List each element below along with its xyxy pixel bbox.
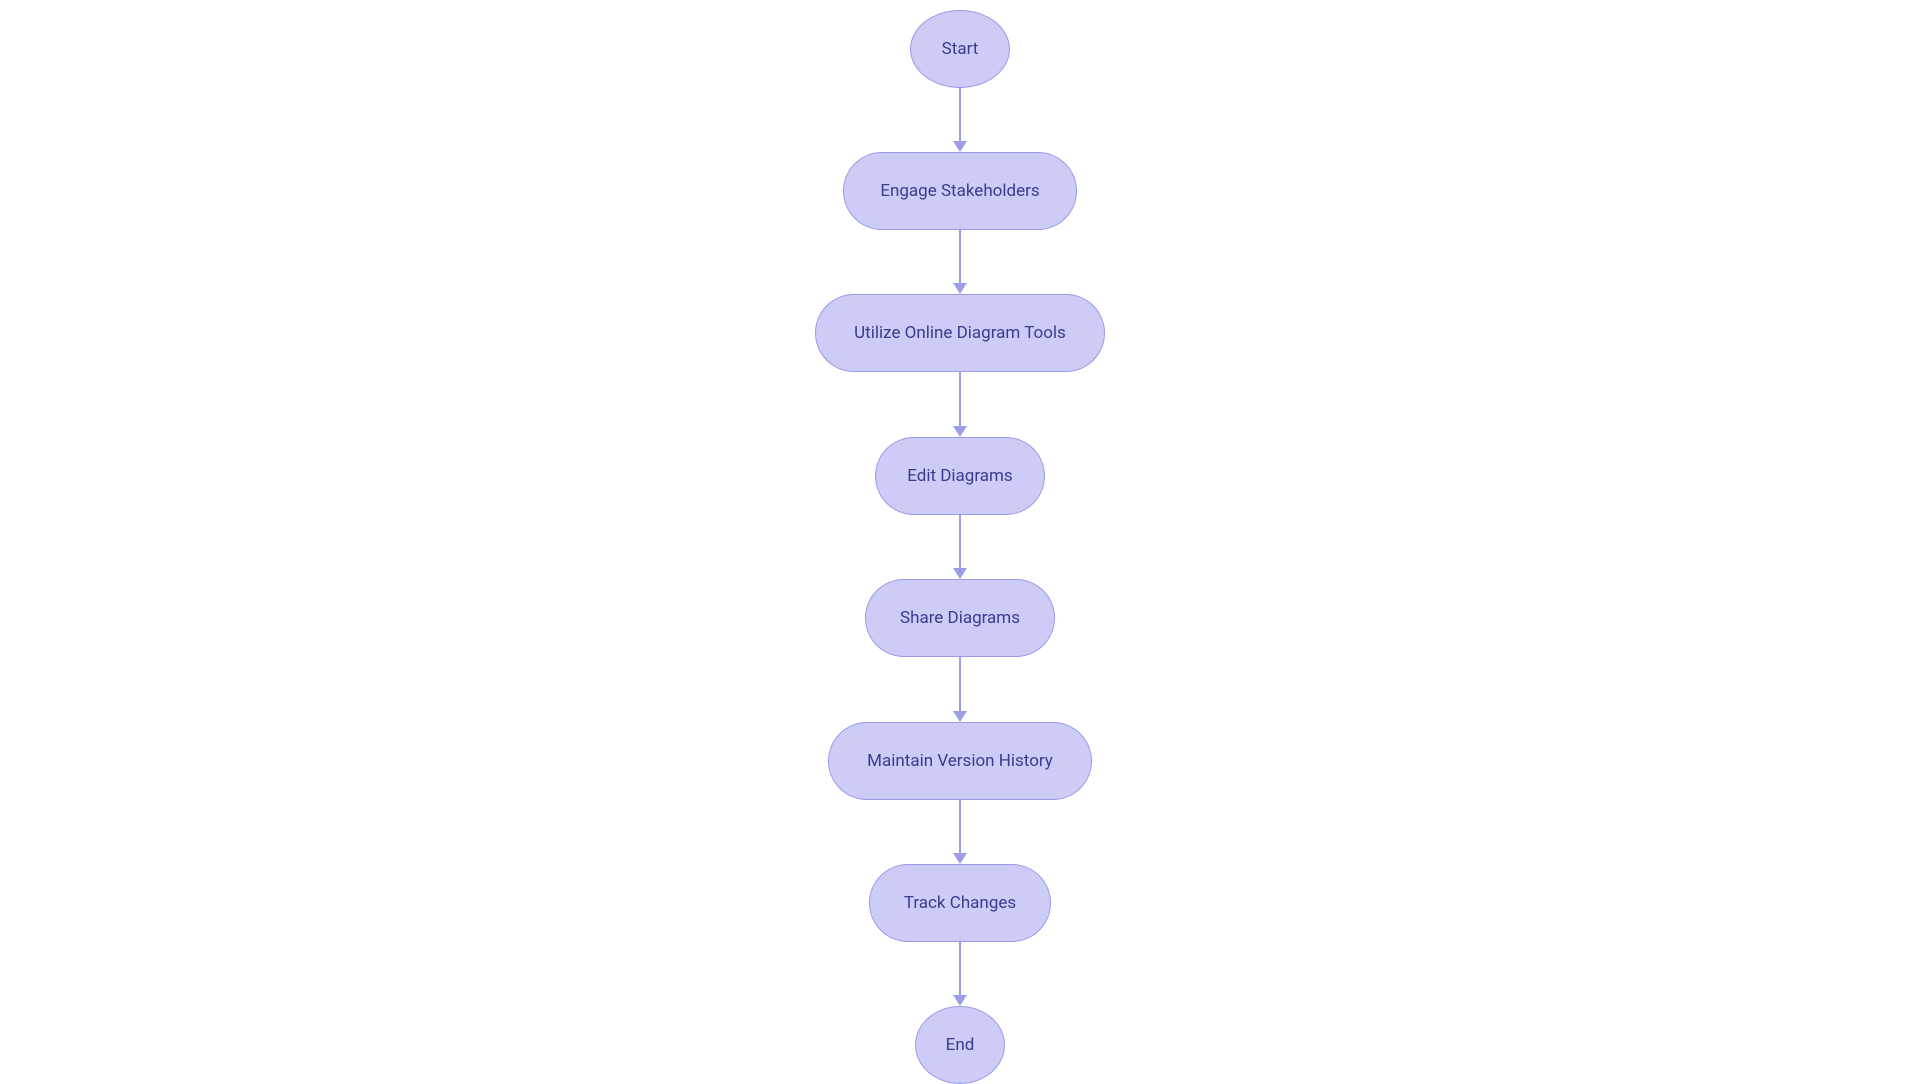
arrowhead-icon [953, 568, 967, 579]
node-label: Share Diagrams [900, 608, 1020, 628]
node-track-changes: Track Changes [869, 864, 1051, 942]
arrowhead-icon [953, 283, 967, 294]
flowchart-container: Start Engage Stakeholders Utilize Online… [660, 0, 1260, 1080]
node-utilize-tools: Utilize Online Diagram Tools [815, 294, 1105, 372]
node-label: Utilize Online Diagram Tools [854, 323, 1066, 343]
node-label: Edit Diagrams [907, 466, 1012, 486]
node-label: Engage Stakeholders [880, 181, 1039, 201]
node-label: Track Changes [904, 893, 1016, 913]
node-start: Start [910, 10, 1010, 88]
node-label: Start [942, 39, 979, 59]
arrowhead-icon [953, 426, 967, 437]
arrow-line [959, 657, 961, 711]
arrow-line [959, 942, 961, 995]
node-label: Maintain Version History [867, 751, 1053, 771]
node-share-diagrams: Share Diagrams [865, 579, 1055, 657]
arrow-line [959, 88, 961, 141]
node-label: End [946, 1035, 975, 1055]
arrow-line [959, 230, 961, 283]
arrow-line [959, 515, 961, 568]
node-end: End [915, 1006, 1005, 1084]
arrowhead-icon [953, 141, 967, 152]
arrow-line [959, 800, 961, 853]
node-maintain-version: Maintain Version History [828, 722, 1092, 800]
arrowhead-icon [953, 995, 967, 1006]
node-edit-diagrams: Edit Diagrams [875, 437, 1045, 515]
arrowhead-icon [953, 853, 967, 864]
arrow-line [959, 372, 961, 426]
arrowhead-icon [953, 711, 967, 722]
node-engage-stakeholders: Engage Stakeholders [843, 152, 1077, 230]
